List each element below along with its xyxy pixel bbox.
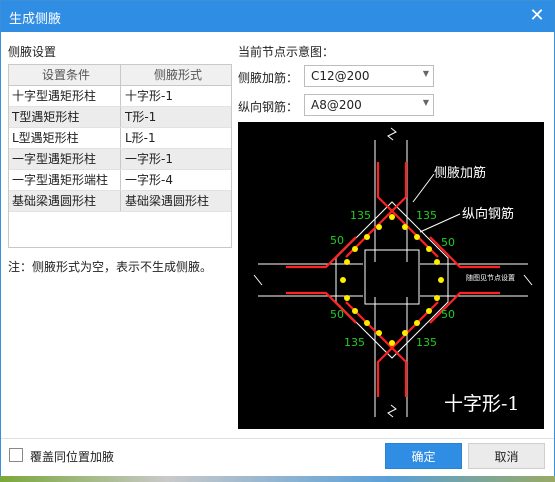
longitudinal-bar-dots — [340, 214, 444, 346]
bar-dot — [344, 259, 350, 265]
cell-condition: L型遇矩形柱 — [9, 128, 121, 148]
bar-dot — [364, 320, 370, 326]
cell-form[interactable]: 一字形-4 — [121, 170, 231, 190]
bar-dot — [389, 214, 395, 220]
cell-condition: 一字型遇矩形柱 — [9, 149, 121, 169]
close-icon[interactable]: ✕ — [526, 5, 548, 27]
cell-condition: 基础梁遇圆形柱 — [9, 191, 121, 211]
diagram-section-title: 当前节点示意图： — [238, 45, 335, 59]
bar-dot — [402, 224, 408, 230]
long-rebar-select[interactable]: A8@200 ▼ — [304, 94, 434, 116]
haunch-polygon — [335, 201, 449, 359]
cell-condition: 十字型遇矩形柱 — [9, 86, 121, 106]
diagram-title: 十字形-1 — [444, 393, 520, 415]
cell-form[interactable]: 一字形-1 — [121, 149, 231, 169]
title-bar: 生成侧腋 ✕ — [1, 1, 554, 32]
dialog-title: 生成侧腋 — [9, 12, 62, 27]
hook-label-tr: 135 — [416, 209, 437, 222]
bar-dot — [426, 246, 432, 252]
bar-dot — [414, 234, 420, 240]
haunch-settings-table: 设置条件 侧腋形式 十字型遇矩形柱 十字形-1 T型遇矩形柱 T形-1 L型遇矩… — [8, 64, 232, 248]
long-rebar-label: 纵向钢筋： — [238, 100, 299, 114]
table-row[interactable]: 基础梁遇圆形柱 基础梁遇圆形柱 — [9, 191, 231, 212]
table-row[interactable]: T型遇矩形柱 T形-1 — [9, 107, 231, 128]
table-row[interactable]: 一字型遇矩形端柱 一字形-4 — [9, 170, 231, 191]
dim-label-tl: 50 — [330, 234, 344, 247]
taskbar-strip — [0, 476, 555, 482]
break-mark — [387, 127, 397, 141]
bar-dot — [402, 330, 408, 336]
cell-condition: T型遇矩形柱 — [9, 107, 121, 127]
dim-label-tr: 50 — [441, 236, 455, 249]
side-rebar-value: C12@200 — [311, 69, 370, 83]
table-row[interactable]: L型遇矩形柱 L形-1 — [9, 128, 231, 149]
cell-form[interactable]: 十字形-1 — [121, 86, 231, 106]
bar-dot — [438, 277, 444, 283]
settings-section-title: 侧腋设置 — [8, 45, 57, 59]
rebar — [376, 301, 439, 397]
generate-haunch-dialog: 生成侧腋 ✕ 侧腋设置 设置条件 侧腋形式 十字型遇矩形柱 十字形-1 T型遇矩… — [0, 0, 555, 482]
hook-label-bl: 135 — [344, 336, 365, 349]
hook-label-tl: 135 — [350, 209, 371, 222]
column-outline — [364, 249, 420, 305]
node-diagram: 侧腋加筋 纵向钢筋 135 135 135 135 50 50 50 50 随图… — [238, 122, 544, 429]
cell-form[interactable]: L形-1 — [121, 128, 231, 148]
rebar — [345, 301, 408, 397]
column-header-condition[interactable]: 设置条件 — [9, 65, 121, 85]
side-rebar-label: 侧腋加筋： — [238, 71, 299, 85]
note-text: 注：侧腋形式为空，表示不生成侧腋。 — [8, 260, 213, 274]
long-rebar-value: A8@200 — [311, 98, 362, 112]
chevron-down-icon: ▼ — [422, 98, 429, 107]
table-header: 设置条件 侧腋形式 — [9, 65, 231, 86]
bar-dot — [376, 224, 382, 230]
leader-lines — [412, 173, 461, 233]
cancel-button[interactable]: 取消 — [468, 443, 545, 469]
node-setting-label: 随图见节点设置 — [466, 273, 515, 282]
dim-label-bl: 50 — [330, 308, 344, 321]
long-rebar-diagram-label: 纵向钢筋 — [462, 206, 514, 222]
bar-dot — [376, 330, 382, 336]
table-row[interactable]: 十字型遇矩形柱 十字形-1 — [9, 86, 231, 107]
break-mark — [253, 274, 263, 286]
side-rebar-select[interactable]: C12@200 ▼ — [304, 65, 434, 87]
table-row[interactable]: 一字型遇矩形柱 一字形-1 — [9, 149, 231, 170]
bar-dot — [434, 295, 440, 301]
bar-dot — [352, 308, 358, 314]
overwrite-haunch-checkbox[interactable] — [9, 448, 23, 462]
column-header-form[interactable]: 侧腋形式 — [121, 65, 231, 85]
bar-dot — [426, 308, 432, 314]
dim-label-br: 50 — [441, 308, 455, 321]
cell-form[interactable]: T形-1 — [121, 107, 231, 127]
bar-dot — [434, 259, 440, 265]
break-mark — [523, 274, 533, 286]
bar-dot — [352, 246, 358, 252]
footer-divider — [1, 438, 554, 439]
overwrite-haunch-label[interactable]: 覆盖同位置加腋 — [30, 448, 114, 465]
bar-dot — [414, 320, 420, 326]
break-mark — [387, 404, 397, 418]
node-diagram-svg: 侧腋加筋 纵向钢筋 135 135 135 135 50 50 50 50 随图… — [253, 127, 533, 418]
leader-line — [412, 173, 435, 203]
bar-dot — [344, 295, 350, 301]
chevron-down-icon: ▼ — [422, 69, 429, 78]
bar-dot — [364, 234, 370, 240]
cell-form[interactable]: 基础梁遇圆形柱 — [121, 191, 231, 211]
bar-dot — [389, 340, 395, 346]
hook-label-br: 135 — [416, 336, 437, 349]
bar-dot — [340, 277, 346, 283]
side-rebar-diagram-label: 侧腋加筋 — [434, 165, 486, 181]
beam-outlines — [253, 127, 533, 418]
haunch-outline — [335, 201, 449, 359]
cell-condition: 一字型遇矩形端柱 — [9, 170, 121, 190]
ok-button[interactable]: 确定 — [385, 443, 462, 469]
